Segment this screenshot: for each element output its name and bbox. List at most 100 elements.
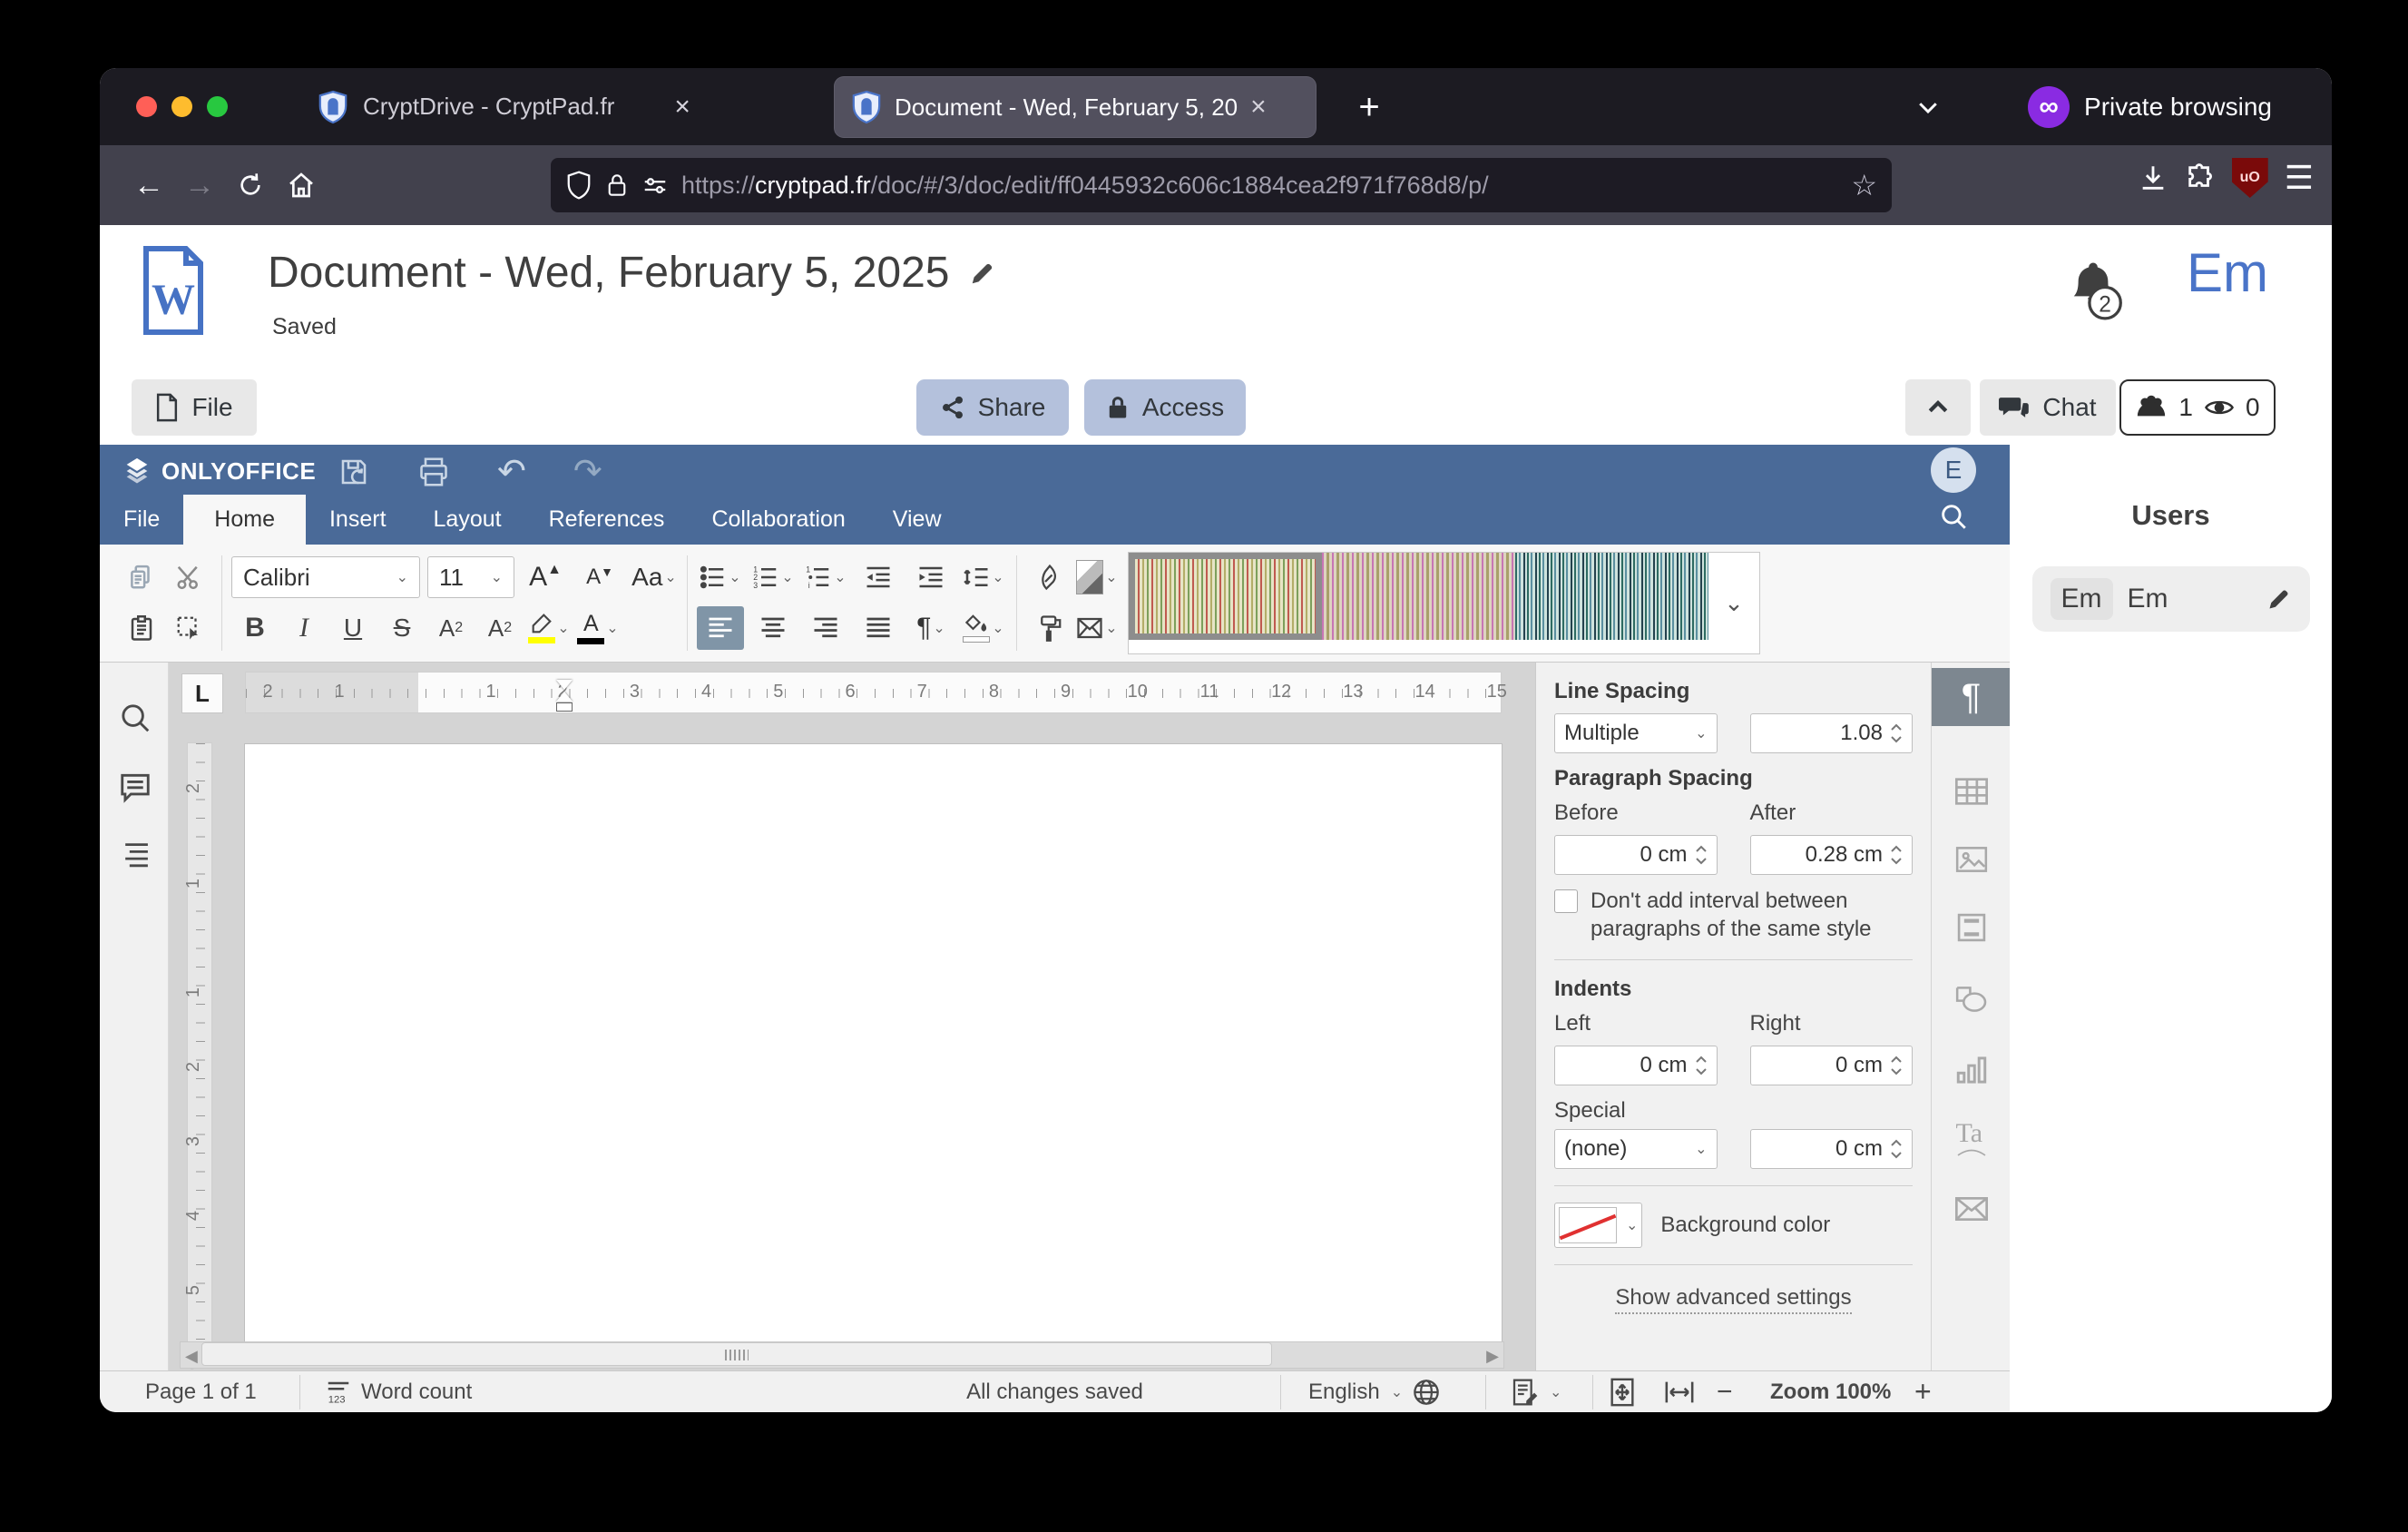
scroll-right-button[interactable]: ▶ (1486, 1347, 1499, 1366)
indent-left-spinner[interactable]: 0 cm (1554, 1046, 1718, 1085)
access-button[interactable]: Access (1084, 379, 1246, 436)
extensions-icon[interactable] (2185, 162, 2216, 193)
grow-font-button[interactable]: A▲ (522, 555, 569, 599)
url-bar[interactable]: https://cryptpad.fr/doc/#/3/doc/edit/ff0… (551, 158, 1892, 212)
horizontal-scroll-thumb[interactable] (201, 1342, 1272, 1366)
shrink-font-button[interactable]: A▼ (576, 555, 623, 599)
select-all-button[interactable] (165, 606, 212, 650)
mail-merge-button[interactable]: ⌄ (1073, 606, 1121, 650)
new-tab-button[interactable]: + (1345, 83, 1394, 132)
cut-button[interactable] (165, 555, 212, 599)
mail-merge-settings-tab[interactable] (1932, 1180, 2010, 1238)
document-title[interactable]: Document - Wed, February 5, 2025 (268, 248, 949, 298)
home-button[interactable] (276, 160, 327, 211)
user-list-item[interactable]: Em Em (2032, 566, 2310, 632)
highlight-color-button[interactable]: ⌄ (525, 606, 573, 650)
show-advanced-settings-link[interactable]: Show advanced settings (1554, 1285, 1913, 1311)
reload-button[interactable] (225, 160, 276, 211)
horizontal-scrollbar[interactable]: ◀ ▶ (180, 1341, 1504, 1369)
list-tabs-chevron-icon[interactable] (1914, 93, 1942, 121)
language-selector[interactable]: English⌄ (1308, 1371, 1441, 1412)
style-preview-no-spacing[interactable] (1322, 553, 1515, 640)
print-icon[interactable] (417, 456, 450, 488)
permissions-icon[interactable] (641, 172, 669, 199)
editor-user-avatar[interactable]: E (1931, 447, 1976, 493)
menu-file[interactable]: File (100, 495, 183, 545)
table-settings-tab[interactable] (1932, 762, 2010, 820)
styles-expand-chevron[interactable]: ⌄ (1708, 553, 1759, 653)
h-ruler[interactable]: 21123456789101112131415 (245, 672, 1502, 713)
track-changes-button[interactable]: ⌄ (1512, 1371, 1561, 1412)
image-settings-tab[interactable] (1932, 830, 2010, 889)
menu-layout[interactable]: Layout (410, 495, 525, 545)
menu-references[interactable]: References (525, 495, 689, 545)
bold-button[interactable]: B (231, 606, 279, 650)
align-left-button[interactable] (697, 606, 744, 650)
share-button[interactable]: Share (916, 379, 1069, 436)
fit-width-button[interactable] (1664, 1371, 1695, 1412)
save-icon[interactable] (338, 456, 370, 488)
no-interval-checkbox[interactable] (1554, 889, 1578, 913)
page-indicator[interactable]: Page 1 of 1 (145, 1371, 257, 1412)
notifications-bell[interactable]: 2 2 (2063, 257, 2123, 322)
superscript-button[interactable]: A2 (427, 606, 475, 650)
lock-icon[interactable] (605, 171, 629, 200)
ublock-origin-icon[interactable]: uO (2232, 158, 2268, 198)
decrease-indent-button[interactable] (855, 555, 902, 599)
paste-button[interactable] (118, 606, 165, 650)
minimize-window-button[interactable] (171, 96, 192, 117)
menu-insert[interactable]: Insert (306, 495, 410, 545)
bookmark-star-icon[interactable]: ☆ (1851, 168, 1877, 202)
increase-indent-button[interactable] (907, 555, 954, 599)
subscript-button[interactable]: A2 (476, 606, 524, 650)
italic-button[interactable]: I (280, 606, 328, 650)
document-page[interactable] (245, 744, 1502, 1341)
header-footer-settings-tab[interactable] (1932, 899, 2010, 957)
account-avatar[interactable]: Em (2187, 241, 2268, 304)
special-value-spinner[interactable]: 0 cm (1750, 1129, 1914, 1169)
change-case-button[interactable]: Aa⌄ (631, 555, 678, 599)
strikethrough-button[interactable]: S (378, 606, 426, 650)
background-color-picker[interactable]: ⌄ (1554, 1203, 1642, 1248)
show-paragraph-marks-button[interactable]: ¶⌄ (907, 606, 954, 650)
style-preview-heading[interactable] (1515, 553, 1708, 640)
indent-right-spinner[interactable]: 0 cm (1750, 1046, 1914, 1085)
align-right-button[interactable] (802, 606, 849, 650)
font-name-select[interactable]: Calibri⌄ (231, 556, 420, 598)
close-tab-icon[interactable]: × (674, 92, 690, 123)
zoom-out-button[interactable]: − (1717, 1371, 1733, 1412)
multilevel-list-button[interactable]: 1i⌄ (802, 555, 849, 599)
tab-cryptdrive[interactable]: CryptDrive - CryptPad.fr × (318, 68, 690, 145)
line-spacing-type-select[interactable]: Multiple⌄ (1554, 713, 1718, 753)
numbered-list-button[interactable]: 123⌄ (749, 555, 797, 599)
tracking-shield-icon[interactable] (565, 170, 592, 201)
font-color-button[interactable]: A⌄ (574, 606, 622, 650)
spacing-after-spinner[interactable]: 0.28 cm (1750, 835, 1914, 875)
file-menu-button[interactable]: File (132, 379, 257, 436)
line-spacing-value-spinner[interactable]: 1.08 (1750, 713, 1914, 753)
url-text[interactable]: https://cryptpad.fr/doc/#/3/doc/edit/ff0… (681, 172, 1838, 200)
back-button[interactable]: ← (123, 160, 174, 211)
maximize-window-button[interactable] (207, 96, 228, 117)
indent-marker[interactable] (556, 680, 573, 712)
menu-icon[interactable]: ☰ (2285, 159, 2314, 197)
navigation-icon[interactable] (118, 840, 152, 871)
tab-stop-selector[interactable]: L (181, 673, 223, 713)
shape-settings-tab[interactable] (1932, 970, 2010, 1028)
copy-style-button[interactable] (1026, 606, 1073, 650)
word-count-button[interactable]: 123 Word count (325, 1371, 472, 1412)
menu-view[interactable]: View (869, 495, 965, 545)
redo-icon[interactable]: ↷ (573, 458, 602, 486)
spacing-before-spinner[interactable]: 0 cm (1554, 835, 1718, 875)
menu-home[interactable]: Home (183, 495, 306, 545)
v-ruler[interactable]: 21123456 (187, 742, 212, 1360)
edit-name-pencil-icon[interactable] (2266, 586, 2292, 612)
tab-document[interactable]: Document - Wed, February 5, 20 × (835, 77, 1316, 137)
zoom-in-button[interactable]: + (1914, 1371, 1932, 1412)
menu-collaboration[interactable]: Collaboration (688, 495, 868, 545)
special-select[interactable]: (none)⌄ (1554, 1129, 1718, 1169)
search-icon[interactable] (1938, 501, 1969, 532)
zoom-level[interactable]: Zoom 100% (1770, 1371, 1891, 1412)
collapse-toolbar-button[interactable] (1905, 379, 1971, 436)
comments-icon[interactable] (118, 770, 152, 804)
